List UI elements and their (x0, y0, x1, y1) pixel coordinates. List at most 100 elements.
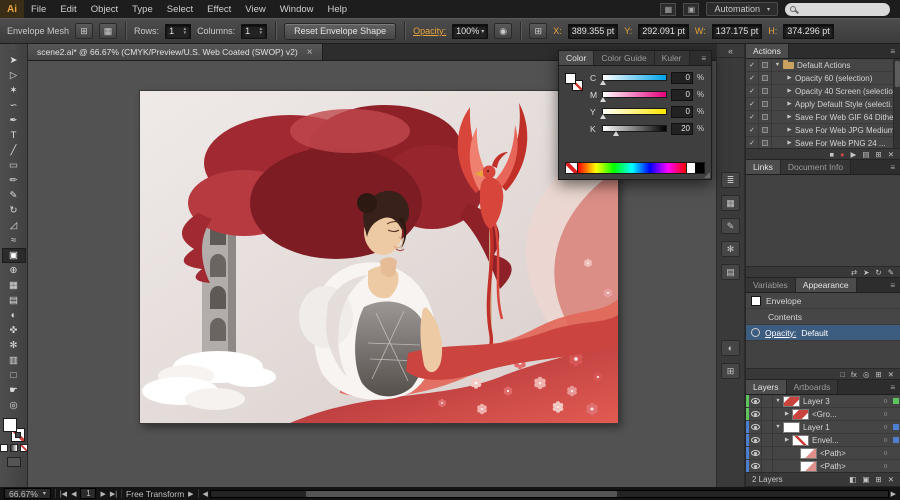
w-input[interactable]: 137.175 pt (712, 24, 763, 39)
graphic-styles-panel-icon[interactable]: ▤ (721, 264, 740, 280)
dialog-toggle-box[interactable] (759, 98, 772, 110)
horizontal-scrollbar[interactable] (210, 490, 889, 498)
edit-original-icon[interactable]: ✎ (888, 268, 894, 277)
lock-column[interactable] (762, 421, 773, 433)
screen-mode-button[interactable] (7, 457, 21, 467)
scroll-left-button[interactable]: ◀ (203, 490, 208, 498)
tab-variables[interactable]: Variables (746, 278, 796, 292)
magenta-value-input[interactable]: 0 (671, 89, 693, 101)
action-row[interactable]: ✓ ▶ Opacity 40 Screen (selection) (746, 85, 900, 98)
artboard-tool[interactable]: □ (2, 368, 26, 383)
layer-name[interactable]: Layer 3 (803, 397, 880, 406)
menu-select[interactable]: Select (160, 0, 200, 18)
style-menu-button[interactable]: ◉ (494, 23, 512, 39)
dialog-toggle-box[interactable] (759, 111, 772, 123)
close-icon[interactable]: × (307, 47, 313, 58)
selection-indicator[interactable] (891, 424, 900, 430)
blend-tool[interactable]: ◐ (2, 308, 26, 323)
layer-row[interactable]: ▶ Envel... ○ (746, 434, 900, 447)
dialog-toggle-box[interactable] (759, 85, 772, 97)
target-circle-icon[interactable]: ○ (880, 463, 891, 470)
panel-menu-icon[interactable]: ≡ (885, 160, 900, 174)
panel-menu-icon[interactable]: ≡ (885, 380, 900, 394)
new-sublayer-icon[interactable]: ▣ (862, 475, 869, 484)
menu-type[interactable]: Type (125, 0, 160, 18)
hand-tool[interactable]: ☛ (2, 383, 26, 398)
dialog-toggle-box[interactable] (759, 59, 772, 71)
zoom-tool[interactable]: ◎ (2, 398, 26, 413)
tab-links[interactable]: Links (746, 160, 781, 174)
expand-triangle-icon[interactable]: ▼ (772, 62, 783, 68)
slider-thumb[interactable] (600, 80, 606, 85)
layer-row[interactable]: ▼ Layer 3 ○ (746, 395, 900, 408)
expand-triangle-icon[interactable]: ▼ (773, 398, 783, 404)
menu-edit[interactable]: Edit (53, 0, 83, 18)
navigator-panel-icon[interactable]: ⊞ (721, 363, 740, 379)
clip-mask-icon[interactable]: ◧ (849, 475, 856, 484)
layer-row[interactable]: ▶ <Gro... ○ (746, 408, 900, 421)
selection-tool[interactable]: ➤ (2, 53, 26, 68)
layer-name[interactable]: <Path> (820, 462, 880, 471)
expand-triangle-icon[interactable]: ▼ (773, 424, 783, 430)
layer-row[interactable]: <Path> ○ (746, 460, 900, 472)
appearance-row-contents[interactable]: Contents (746, 309, 900, 325)
stop-icon[interactable]: ■ (829, 150, 834, 159)
rotate-tool[interactable]: ↻ (2, 203, 26, 218)
color-panel-icon[interactable]: ≣ (721, 172, 740, 188)
scale-tool[interactable]: ◿ (2, 218, 26, 233)
layer-name[interactable]: Envel... (812, 436, 880, 445)
dialog-toggle-box[interactable] (759, 124, 772, 136)
fill-swatch[interactable] (3, 418, 17, 432)
yellow-value-input[interactable]: 0 (671, 106, 693, 118)
line-segment-tool[interactable]: ╱ (2, 143, 26, 158)
new-set-icon[interactable]: ▤ (862, 150, 869, 159)
black-value-input[interactable]: 20 (671, 123, 693, 135)
go-to-link-icon[interactable]: ➤ (863, 268, 869, 277)
pen-tool[interactable]: ✒ (2, 113, 26, 128)
expand-triangle-icon[interactable]: ▶ (782, 411, 792, 417)
expand-triangle-icon[interactable]: ▶ (784, 88, 795, 94)
reference-point-icon[interactable]: ⊞ (529, 23, 547, 39)
play-icon[interactable]: ▶ (851, 150, 857, 159)
action-row[interactable]: ✓ ▶ Save For Web JPG Medium ... (746, 124, 900, 137)
slider-thumb[interactable] (600, 114, 606, 119)
appearance-panel-icon[interactable]: ◐ (721, 340, 740, 356)
bridge-icon[interactable]: ▦ (660, 3, 676, 16)
visibility-toggle[interactable] (749, 395, 762, 407)
eyedropper-tool[interactable]: ✜ (2, 323, 26, 338)
panel-grip[interactable]: ∷ (12, 44, 16, 53)
spectrum-ramp[interactable] (578, 163, 686, 173)
color-mode-button[interactable] (0, 444, 8, 452)
expand-dock-button[interactable]: « (717, 44, 744, 58)
action-toggle-checkbox[interactable]: ✓ (746, 72, 759, 84)
artboard[interactable] (140, 91, 618, 423)
slider-thumb[interactable] (600, 97, 606, 102)
target-circle-icon[interactable]: ○ (880, 437, 891, 444)
layer-name[interactable]: <Gro... (812, 410, 880, 419)
width-tool[interactable]: ≈ (2, 233, 26, 248)
action-toggle-checkbox[interactable]: ✓ (746, 137, 759, 148)
rectangle-tool[interactable]: ▭ (2, 158, 26, 173)
columns-stepper[interactable]: 1 ▲▼ (241, 24, 267, 39)
search-input[interactable] (785, 3, 890, 16)
expand-triangle-icon[interactable]: ▶ (784, 75, 795, 81)
menu-effect[interactable]: Effect (200, 0, 238, 18)
gradient-mode-button[interactable] (10, 444, 18, 452)
cyan-value-input[interactable]: 0 (671, 72, 693, 84)
delete-icon[interactable]: ✕ (888, 370, 894, 379)
lock-column[interactable] (762, 447, 773, 459)
action-toggle-checkbox[interactable]: ✓ (746, 59, 759, 71)
target-circle-icon[interactable]: ○ (880, 424, 891, 431)
last-artboard-button[interactable]: ▶| (110, 490, 117, 498)
lock-column[interactable] (762, 395, 773, 407)
new-layer-icon[interactable]: ⊞ (875, 475, 881, 484)
action-row[interactable]: ✓ ▶ Save For Web GIF 64 Dithe... (746, 111, 900, 124)
selection-indicator[interactable] (891, 398, 900, 404)
expand-triangle-icon[interactable]: ▶ (784, 127, 795, 133)
lock-column[interactable] (762, 408, 773, 420)
stepper-arrows-icon[interactable]: ▲▼ (183, 27, 187, 35)
target-circle-icon[interactable]: ○ (880, 398, 891, 405)
black-swatch[interactable] (695, 163, 704, 173)
fill-stroke-control[interactable] (565, 71, 585, 158)
action-row[interactable]: ✓ ▶ Save For Web PNG 24 ... (746, 137, 900, 148)
